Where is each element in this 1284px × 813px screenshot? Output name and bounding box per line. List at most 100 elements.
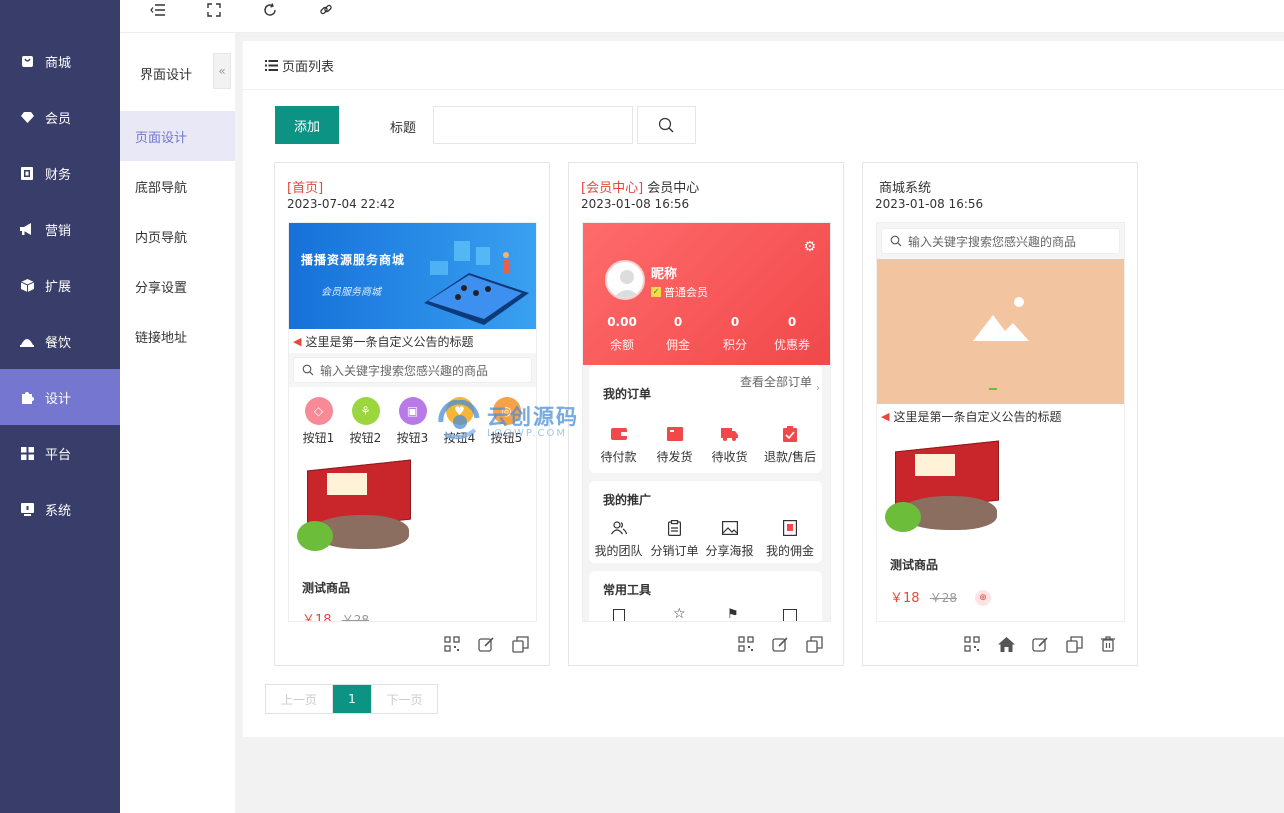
copy-icon[interactable]: [1063, 633, 1085, 655]
promo-orders: 分销订单: [647, 519, 702, 559]
shortcut-label: 按钮4: [443, 431, 476, 445]
sidebar-item-design[interactable]: 设计: [0, 369, 120, 425]
shortcut-button-4: ♥ 按钮4: [440, 397, 479, 447]
slide-indicator: [989, 388, 997, 390]
stat-balance: 0.00 余额: [597, 315, 647, 353]
sidebar-item-system[interactable]: 系统: [0, 481, 120, 537]
sidebar-item-member[interactable]: 会员: [0, 89, 120, 145]
megaphone-icon: [20, 222, 34, 236]
sidebar-item-finance[interactable]: 财务: [0, 145, 120, 201]
speaker-icon: ◀: [293, 334, 302, 348]
document-icon: [759, 519, 821, 537]
sidebar-item-platform[interactable]: 平台: [0, 425, 120, 481]
gift-icon: ♥: [445, 397, 474, 425]
sidebar-item-marketing[interactable]: 营销: [0, 201, 120, 257]
box-icon: [647, 425, 702, 443]
shop-icon: ▣: [398, 397, 427, 425]
sidebar-item-label: 会员: [45, 111, 72, 127]
stat-label: 余额: [609, 338, 634, 352]
qrcode-icon[interactable]: [735, 633, 757, 655]
promo-item-label: 分销订单: [650, 544, 699, 558]
price: ￥18: [302, 613, 332, 622]
panel-header: 页面列表: [243, 41, 1284, 90]
settings-icon: ⚙: [803, 239, 816, 255]
copy-icon[interactable]: [803, 633, 825, 655]
title-filter-label: 标题: [390, 121, 417, 136]
sidebar-item-extend[interactable]: 扩展: [0, 257, 120, 313]
banner-image: 播播资源服务商城 会员服务商城: [289, 223, 536, 329]
level-text: 普通会员: [664, 286, 708, 299]
subnav-item-inner-nav[interactable]: 内页导航: [120, 211, 235, 261]
edit-icon[interactable]: [1029, 633, 1051, 655]
notice-bar: ◀ 这里是第一条自定义公告的标题: [877, 404, 1124, 428]
subnav-title: 界面设计: [140, 68, 193, 83]
page-type-tag: [会员中心]: [581, 181, 644, 196]
qrcode-icon[interactable]: [961, 633, 983, 655]
subnav-item-page-design[interactable]: 页面设计: [120, 111, 235, 161]
stat-commission: 0 佣金: [653, 315, 703, 353]
refresh-icon[interactable]: [261, 1, 279, 19]
subnav-item-share-settings[interactable]: 分享设置: [120, 261, 235, 311]
home-icon[interactable]: [995, 633, 1017, 655]
sidebar-item-label: 系统: [45, 503, 72, 519]
view-all-text: 查看全部订单: [740, 375, 813, 389]
menu-fold-icon[interactable]: [149, 1, 167, 19]
card-date: 2023-01-08 16:56: [581, 197, 690, 211]
monitor-icon: [20, 502, 34, 516]
notice-bar: ◀ 这里是第一条自定义公告的标题: [289, 329, 536, 353]
promo-commission: 我的佣金: [759, 519, 821, 559]
list-icon: [265, 59, 278, 71]
qrcode-icon[interactable]: [441, 633, 463, 655]
add-to-cart-icon: ⊕: [975, 590, 991, 606]
page-1-button[interactable]: 1: [333, 685, 371, 713]
shortcut-label: 按钮5: [490, 431, 523, 445]
sidebar-item-mall[interactable]: 商城: [0, 33, 120, 89]
promo-poster: 分享海报: [702, 519, 757, 559]
page-card-home: [首页] 2023-07-04 22:42 播播资源服务商城 会员服务商城 ◀ …: [274, 162, 550, 666]
promo-team: 我的团队: [591, 519, 646, 559]
banner-title: 播播资源服务商城: [301, 253, 406, 267]
product-price: ￥18 ￥28: [890, 587, 957, 606]
sidebar-item-label: 设计: [45, 391, 72, 407]
star-icon: ☆: [673, 606, 686, 622]
stat-label: 优惠券: [773, 338, 810, 352]
dish-icon: [20, 334, 34, 348]
product-card: 测试商品 ￥18 ￥28: [289, 447, 536, 622]
order-pending-ship: 待发货: [647, 425, 702, 465]
edit-icon[interactable]: [769, 633, 791, 655]
price: ￥18: [890, 591, 920, 606]
sidebar-item-catering[interactable]: 餐饮: [0, 313, 120, 369]
copy-icon[interactable]: [509, 633, 531, 655]
page-card-mall-system: 商城系统 2023-01-08 16:56 输入关键字搜索您感兴趣的商品 ◀ 这…: [862, 162, 1138, 666]
card-title: 商城系统: [879, 177, 931, 196]
bag-icon: [20, 54, 34, 68]
sidebar-item-label: 商城: [45, 55, 72, 71]
avatar: [605, 260, 645, 300]
collapse-button[interactable]: «: [213, 53, 231, 89]
order-pending-receive: 待收货: [702, 425, 757, 465]
subnav-item-bottom-nav[interactable]: 底部导航: [120, 161, 235, 211]
card-date: 2023-01-08 16:56: [875, 197, 984, 211]
edit-icon[interactable]: [475, 633, 497, 655]
trash-icon[interactable]: [1097, 633, 1119, 655]
view-all-orders-link: 查看全部订单 ›: [740, 375, 820, 394]
next-page-button[interactable]: 下一页: [371, 685, 437, 713]
prev-page-button[interactable]: 上一页: [266, 685, 333, 713]
title-search-input[interactable]: [433, 106, 633, 144]
page-name: 商城系统: [879, 181, 932, 196]
search-button[interactable]: [637, 106, 696, 144]
tools-title: 常用工具: [603, 583, 652, 597]
orders-title: 我的订单: [603, 387, 652, 401]
subnav-item-link-address[interactable]: 链接地址: [120, 311, 235, 361]
orders-panel: 我的订单 查看全部订单 › 待付款 待发货 待收货 退款/售后: [589, 365, 822, 473]
stat-label: 佣金: [665, 338, 690, 352]
link-icon[interactable]: [317, 1, 335, 19]
wallet-icon: [20, 166, 34, 180]
add-button[interactable]: 添加: [275, 106, 339, 144]
order-item-label: 待收货: [711, 450, 748, 464]
page-preview: ⚙ 昵称 ✓ 普通会员 0.00 余额 0 佣金 0 积分 0 优惠券 我的订单 查看全…: [582, 222, 831, 622]
sidebar-item-label: 营销: [45, 223, 72, 239]
tool-icon: [613, 609, 625, 621]
old-price: ￥28: [929, 591, 957, 605]
fullscreen-icon[interactable]: [205, 1, 223, 19]
